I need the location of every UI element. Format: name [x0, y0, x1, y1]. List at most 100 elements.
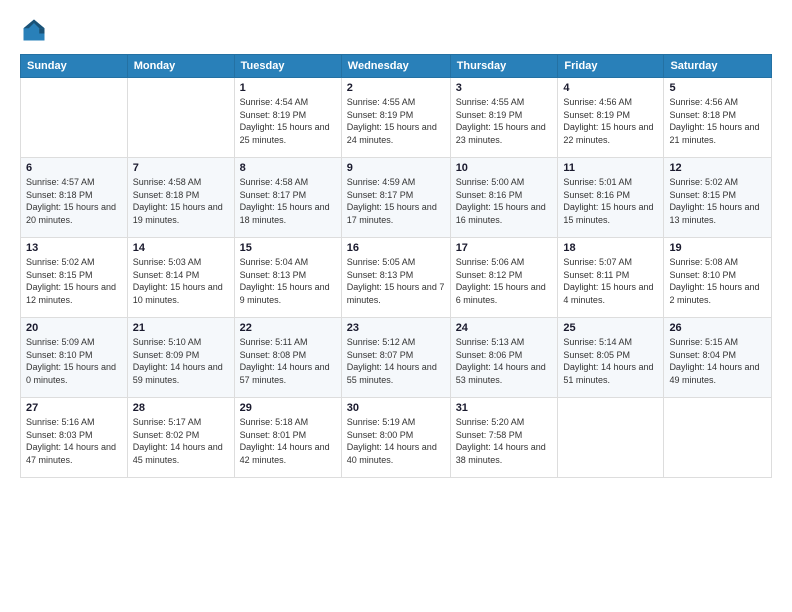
- weekday-header: Monday: [127, 55, 234, 78]
- calendar-cell: 22 Sunrise: 5:11 AMSunset: 8:08 PMDayligh…: [234, 318, 341, 398]
- day-info: Sunrise: 5:18 AMSunset: 8:01 PMDaylight:…: [240, 416, 336, 466]
- calendar-cell: 21Sunrise: 5:10 AMSunset: 8:09 PMDayligh…: [127, 318, 234, 398]
- calendar-cell: [21, 78, 128, 158]
- weekday-header-row: SundayMondayTuesdayWednesdayThursdayFrid…: [21, 55, 772, 78]
- calendar-table: SundayMondayTuesdayWednesdayThursdayFrid…: [20, 54, 772, 478]
- calendar-cell: 26 Sunrise: 5:15 AMSunset: 8:04 PMDayligh…: [664, 318, 772, 398]
- day-info: Sunrise: 5:14 AMSunset: 8:05 PMDaylight:…: [563, 336, 658, 386]
- day-number: 9: [347, 162, 445, 174]
- weekday-header: Wednesday: [341, 55, 450, 78]
- day-number: 14: [133, 242, 229, 254]
- day-info: Sunrise: 5:12 AMSunset: 8:07 PMDaylight:…: [347, 336, 445, 386]
- day-number: 27: [26, 402, 122, 414]
- day-number: 30: [347, 402, 445, 414]
- day-info: Sunrise: 5:19 AMSunset: 8:00 PMDaylight:…: [347, 416, 445, 466]
- day-number: 31: [456, 402, 553, 414]
- day-info: Sunrise: 4:58 AMSunset: 8:18 PMDaylight:…: [133, 176, 229, 226]
- calendar-cell: 14 Sunrise: 5:03 AMSunset: 8:14 PMDayligh…: [127, 238, 234, 318]
- logo-icon: [20, 16, 48, 44]
- calendar-cell: 23 Sunrise: 5:12 AMSunset: 8:07 PMDayligh…: [341, 318, 450, 398]
- day-number: 12: [669, 162, 766, 174]
- day-info: Sunrise: 5:11 AMSunset: 8:08 PMDaylight:…: [240, 336, 336, 386]
- calendar-cell: 4 Sunrise: 4:56 AMSunset: 8:19 PMDaylight…: [558, 78, 664, 158]
- calendar-week-row: 13 Sunrise: 5:02 AMSunset: 8:15 PMDayligh…: [21, 238, 772, 318]
- day-info: Sunrise: 5:03 AMSunset: 8:14 PMDaylight:…: [133, 256, 229, 306]
- calendar-cell: 5 Sunrise: 4:56 AMSunset: 8:18 PMDaylight…: [664, 78, 772, 158]
- day-info: Sunrise: 5:02 AMSunset: 8:15 PMDaylight:…: [669, 176, 766, 226]
- day-number: 4: [563, 82, 658, 94]
- day-info: Sunrise: 5:10 AMSunset: 8:09 PMDaylight:…: [133, 336, 229, 386]
- day-number: 2: [347, 82, 445, 94]
- day-number: 8: [240, 162, 336, 174]
- day-number: 22: [240, 322, 336, 334]
- day-number: 17: [456, 242, 553, 254]
- day-number: 15: [240, 242, 336, 254]
- calendar-cell: 19 Sunrise: 5:08 AMSunset: 8:10 PMDayligh…: [664, 238, 772, 318]
- calendar-cell: 2 Sunrise: 4:55 AMSunset: 8:19 PMDaylight…: [341, 78, 450, 158]
- calendar-cell: 11Sunrise: 5:01 AMSunset: 8:16 PMDayligh…: [558, 158, 664, 238]
- calendar-cell: 12 Sunrise: 5:02 AMSunset: 8:15 PMDayligh…: [664, 158, 772, 238]
- day-number: 19: [669, 242, 766, 254]
- calendar-cell: 29 Sunrise: 5:18 AMSunset: 8:01 PMDayligh…: [234, 398, 341, 478]
- day-info: Sunrise: 5:13 AMSunset: 8:06 PMDaylight:…: [456, 336, 553, 386]
- day-number: 24: [456, 322, 553, 334]
- weekday-header: Tuesday: [234, 55, 341, 78]
- day-info: Sunrise: 5:04 AMSunset: 8:13 PMDaylight:…: [240, 256, 336, 306]
- day-number: 11: [563, 162, 658, 174]
- day-info: Sunrise: 5:02 AMSunset: 8:15 PMDaylight:…: [26, 256, 122, 306]
- weekday-header: Thursday: [450, 55, 558, 78]
- calendar-cell: 13 Sunrise: 5:02 AMSunset: 8:15 PMDayligh…: [21, 238, 128, 318]
- day-info: Sunrise: 5:05 AMSunset: 8:13 PMDaylight:…: [347, 256, 445, 306]
- day-number: 16: [347, 242, 445, 254]
- day-info: Sunrise: 4:57 AMSunset: 8:18 PMDaylight:…: [26, 176, 122, 226]
- day-info: Sunrise: 4:59 AMSunset: 8:17 PMDaylight:…: [347, 176, 445, 226]
- day-number: 13: [26, 242, 122, 254]
- calendar-cell: 9 Sunrise: 4:59 AMSunset: 8:17 PMDaylight…: [341, 158, 450, 238]
- day-number: 20: [26, 322, 122, 334]
- calendar-cell: 24 Sunrise: 5:13 AMSunset: 8:06 PMDayligh…: [450, 318, 558, 398]
- calendar-week-row: 20Sunrise: 5:09 AMSunset: 8:10 PMDayligh…: [21, 318, 772, 398]
- day-number: 1: [240, 82, 336, 94]
- day-number: 6: [26, 162, 122, 174]
- calendar-cell: 10Sunrise: 5:00 AMSunset: 8:16 PMDayligh…: [450, 158, 558, 238]
- day-info: Sunrise: 4:54 AMSunset: 8:19 PMDaylight:…: [240, 96, 336, 146]
- day-info: Sunrise: 5:17 AMSunset: 8:02 PMDaylight:…: [133, 416, 229, 466]
- day-number: 26: [669, 322, 766, 334]
- day-info: Sunrise: 5:06 AMSunset: 8:12 PMDaylight:…: [456, 256, 553, 306]
- day-info: Sunrise: 4:58 AMSunset: 8:17 PMDaylight:…: [240, 176, 336, 226]
- calendar-week-row: 27 Sunrise: 5:16 AMSunset: 8:03 PMDayligh…: [21, 398, 772, 478]
- day-number: 3: [456, 82, 553, 94]
- day-info: Sunrise: 5:16 AMSunset: 8:03 PMDaylight:…: [26, 416, 122, 466]
- logo: [20, 16, 52, 44]
- day-info: Sunrise: 4:56 AMSunset: 8:18 PMDaylight:…: [669, 96, 766, 146]
- calendar-cell: 30 Sunrise: 5:19 AMSunset: 8:00 PMDayligh…: [341, 398, 450, 478]
- day-info: Sunrise: 4:56 AMSunset: 8:19 PMDaylight:…: [563, 96, 658, 146]
- day-number: 25: [563, 322, 658, 334]
- day-info: Sunrise: 5:20 AMSunset: 7:58 PMDaylight:…: [456, 416, 553, 466]
- day-number: 28: [133, 402, 229, 414]
- day-number: 23: [347, 322, 445, 334]
- calendar-cell: 17 Sunrise: 5:06 AMSunset: 8:12 PMDayligh…: [450, 238, 558, 318]
- day-info: Sunrise: 5:07 AMSunset: 8:11 PMDaylight:…: [563, 256, 658, 306]
- calendar-week-row: 6 Sunrise: 4:57 AMSunset: 8:18 PMDaylight…: [21, 158, 772, 238]
- day-number: 5: [669, 82, 766, 94]
- calendar-cell: 27 Sunrise: 5:16 AMSunset: 8:03 PMDayligh…: [21, 398, 128, 478]
- day-info: Sunrise: 5:15 AMSunset: 8:04 PMDaylight:…: [669, 336, 766, 386]
- day-number: 18: [563, 242, 658, 254]
- day-number: 29: [240, 402, 336, 414]
- calendar-cell: 8 Sunrise: 4:58 AMSunset: 8:17 PMDaylight…: [234, 158, 341, 238]
- day-info: Sunrise: 5:08 AMSunset: 8:10 PMDaylight:…: [669, 256, 766, 306]
- calendar-cell: 18 Sunrise: 5:07 AMSunset: 8:11 PMDayligh…: [558, 238, 664, 318]
- calendar-cell: 7 Sunrise: 4:58 AMSunset: 8:18 PMDaylight…: [127, 158, 234, 238]
- calendar-cell: 6 Sunrise: 4:57 AMSunset: 8:18 PMDaylight…: [21, 158, 128, 238]
- calendar-cell: 25 Sunrise: 5:14 AMSunset: 8:05 PMDayligh…: [558, 318, 664, 398]
- calendar-cell: 15 Sunrise: 5:04 AMSunset: 8:13 PMDayligh…: [234, 238, 341, 318]
- weekday-header: Saturday: [664, 55, 772, 78]
- calendar-cell: [558, 398, 664, 478]
- day-number: 7: [133, 162, 229, 174]
- day-info: Sunrise: 4:55 AMSunset: 8:19 PMDaylight:…: [347, 96, 445, 146]
- calendar-cell: [664, 398, 772, 478]
- weekday-header: Sunday: [21, 55, 128, 78]
- calendar-cell: 3Sunrise: 4:55 AMSunset: 8:19 PMDaylight…: [450, 78, 558, 158]
- calendar-week-row: 1 Sunrise: 4:54 AMSunset: 8:19 PMDaylight…: [21, 78, 772, 158]
